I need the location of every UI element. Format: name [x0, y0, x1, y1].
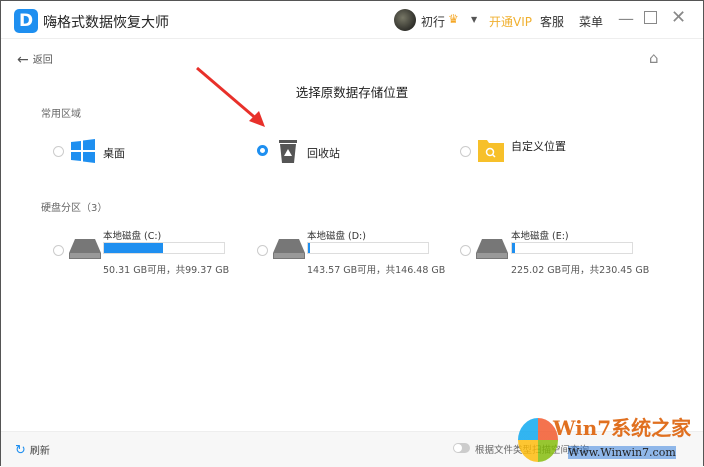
arrow-left-icon: ←: [17, 52, 29, 68]
disk-usage-bar: [307, 242, 429, 254]
close-icon[interactable]: ✕: [671, 7, 686, 28]
service-button[interactable]: 客服: [540, 13, 564, 30]
folder-search-icon: [478, 140, 504, 162]
maximize-icon[interactable]: [644, 11, 657, 24]
home-icon[interactable]: ⌂: [649, 49, 659, 67]
disk-info: 225.02 GB可用，共230.45 GB: [511, 265, 650, 276]
minimize-icon[interactable]: —: [618, 9, 634, 28]
crown-icon: ♛: [448, 12, 459, 26]
vip-button[interactable]: 开通VIP: [489, 13, 532, 30]
recycle-bin-radio[interactable]: [257, 145, 268, 156]
avatar[interactable]: [394, 9, 416, 31]
disk-name: 本地磁盘 (D:): [307, 231, 366, 242]
recycle-bin-icon: [279, 140, 297, 163]
desktop-label[interactable]: 桌面: [103, 145, 125, 161]
menu-button[interactable]: 菜单: [579, 13, 603, 30]
windows-icon: [71, 139, 95, 163]
page-title: 选择原数据存储位置: [295, 85, 409, 100]
disk-usage-bar: [511, 242, 633, 254]
common-heading: 常用区域: [41, 109, 81, 120]
scan-toggle-label: 根据文件类型扫描空间查询: [475, 445, 590, 456]
user-name[interactable]: 初行: [421, 13, 445, 30]
app-title: 嗨格式数据恢复大师: [43, 15, 169, 31]
disk-info: 50.31 GB可用，共99.37 GB: [103, 265, 230, 276]
custom-location-label[interactable]: 自定义位置: [511, 138, 566, 154]
app-logo: D: [14, 9, 38, 33]
desktop-radio[interactable]: [53, 146, 64, 157]
footer: ↻ 刷新 根据文件类型扫描空间查询: [1, 431, 703, 467]
chevron-down-icon[interactable]: ▼: [471, 15, 477, 24]
refresh-label: 刷新: [29, 446, 50, 457]
disk-name: 本地磁盘 (C:): [103, 231, 162, 242]
disks-heading: 硬盘分区（3）: [41, 203, 108, 214]
title-bar: D 嗨格式数据恢复大师 初行 ♛ ▼ 开通VIP 客服 菜单 — ✕: [1, 1, 703, 39]
app-window: D 嗨格式数据恢复大师 初行 ♛ ▼ 开通VIP 客服 菜单 — ✕ ← 返回 ⌂…: [0, 0, 704, 467]
hard-drive-icon: [476, 239, 508, 259]
back-button[interactable]: ← 返回: [17, 51, 53, 68]
disk-info: 143.57 GB可用，共146.48 GB: [307, 265, 446, 276]
disk-name: 本地磁盘 (E:): [511, 231, 569, 242]
recycle-bin-label[interactable]: 回收站: [307, 145, 340, 161]
disk-usage-bar: [103, 242, 225, 254]
red-arrow-annotation: [196, 66, 265, 127]
disk-radio[interactable]: [257, 245, 268, 256]
disk-radio[interactable]: [460, 245, 471, 256]
disk-radio[interactable]: [53, 245, 64, 256]
scan-toggle[interactable]: [453, 443, 470, 453]
hard-drive-icon: [69, 239, 101, 259]
refresh-button[interactable]: ↻ 刷新: [15, 442, 50, 458]
back-label: 返回: [32, 55, 53, 66]
hard-drive-icon: [273, 239, 305, 259]
custom-location-radio[interactable]: [460, 146, 471, 157]
refresh-icon: ↻: [15, 443, 26, 458]
